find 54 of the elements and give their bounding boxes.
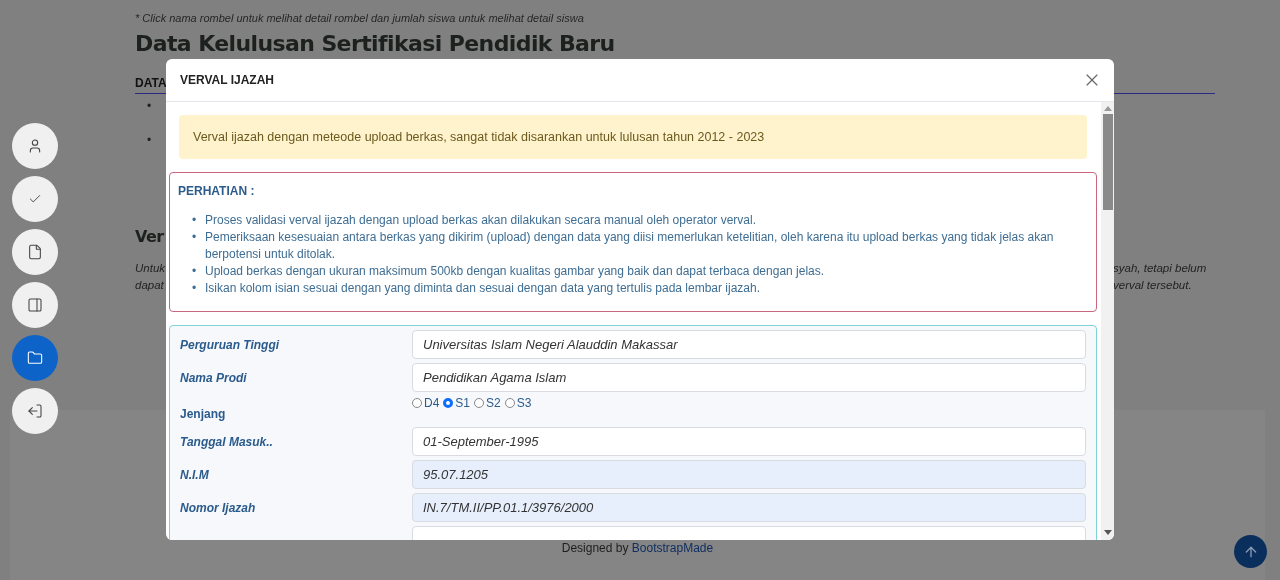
exit-icon [27,403,43,419]
footer-link[interactable]: BootstrapMade [631,541,714,555]
field-label: Perguruan Tinggi [180,337,281,352]
scroll-down-icon [1103,530,1112,536]
sidebar-button[interactable] [12,176,58,222]
user-icon [27,138,43,154]
notice-item: Pemeriksaan kesesuaian antara berkas yang dikirim (upload) dengan data yang diisi memerlukan ketelitian, oleh karena itu upload berkas yang tidak jelas akan berpotensi untuk ditolak. [205,229,1055,263]
field-label: Nomor Ijazah [180,500,257,515]
bullet-mark: • [192,263,198,280]
paragraph-text: verval tersebut. [1113,278,1193,293]
notice-item: Isikan kolom isian sesuai dengan yang diminta dan sesuai dengan data yang tertulis pada lembar ijazah. [205,280,761,297]
helper-note: * Click nama rombel untuk melihat detail rombel dan jumlah siswa untuk melihat detail siswa [135,12,585,25]
bullet-mark: • [192,212,198,229]
bullet-mark: • [147,99,152,113]
input-field[interactable]: Pendidikan Agama Islam [412,363,1086,392]
input-field[interactable]: Universitas Islam Negeri Alauddin Makassar [412,330,1086,359]
modal-title: VERVAL IJAZAH [180,73,275,87]
input-field[interactable]: IN.7/TM.II/PP.01.1/3976/2000 [412,493,1086,522]
bullet-mark: • [147,133,152,147]
notice-item: Upload berkas dengan ukuran maksimum 500kb dengan kualitas gambar yang baik dan dapat terbaca dengan jelas. [205,263,825,280]
notice-item: Proses validasi verval ijazah dengan upload berkas akan dilakukan secara manual oleh operator verval. [205,212,756,229]
sidebar-button[interactable] [12,123,58,169]
field-label: Jenjang [180,405,227,421]
scrollbar-thumb[interactable] [1102,114,1113,210]
notice-title: PERHATIAN : [178,183,256,200]
radio-option[interactable]: D4 [412,396,440,410]
sidebar-button[interactable] [12,229,58,275]
input-field[interactable]: 95.07.1205 [412,460,1086,489]
radio-option[interactable]: S3 [504,396,532,410]
sidebar-button[interactable] [12,335,58,381]
paragraph-text: dapat [135,278,165,293]
bullet-mark: • [192,280,198,297]
scroll-up-icon [1103,106,1112,112]
check-icon [28,192,42,206]
radio-option[interactable]: S1 [443,396,471,410]
panel-icon [27,297,43,313]
footer-credit: Designed by BootstrapMade [561,541,714,555]
paragraph-text: Untuk [135,261,166,276]
sidebar-button[interactable] [12,282,58,328]
sidebar-button[interactable] [12,388,58,434]
bullet-mark: • [192,229,198,246]
folder-icon [27,350,43,366]
input-field[interactable]: 01-September-1995 [412,427,1086,456]
file-icon [27,244,43,260]
paragraph-text: syah, tetapi belum [1113,261,1208,276]
scrollbar[interactable] [1101,102,1114,540]
radio-option[interactable]: S2 [474,396,501,410]
section-label: DATA [135,76,167,90]
warning-alert: Verval ijazah dengan meteode upload berkas, sangat tidak disarankan untuk lulusan tahun 2012 - 2023 [179,115,1087,159]
field-label: Tanggal Masuk.. [180,434,274,449]
section-heading: Data Kelulusan Sertifikasi Pendidik Baru [135,34,615,54]
section-heading: Ver [135,226,164,248]
field-label: Nama Prodi [180,370,248,385]
field-label: N.I.M [180,467,210,482]
